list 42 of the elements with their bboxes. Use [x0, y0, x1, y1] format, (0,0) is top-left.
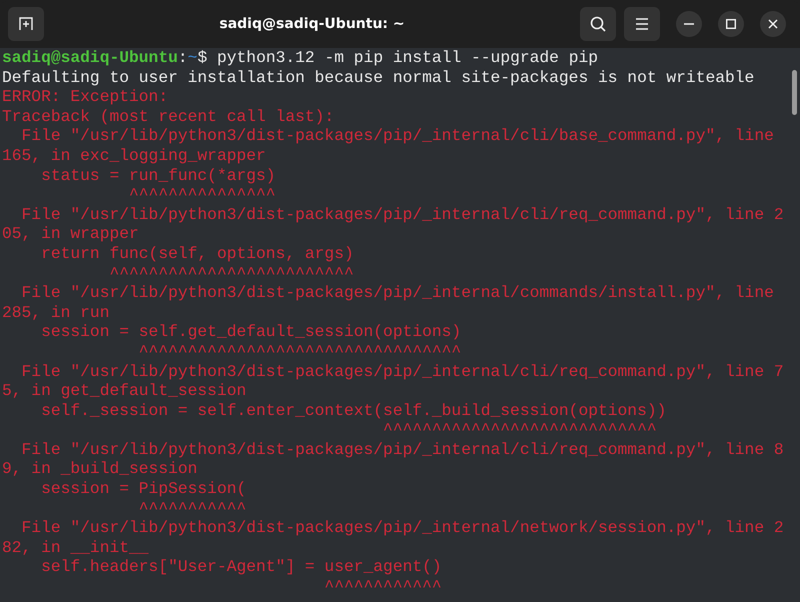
minimize-button[interactable]	[676, 11, 702, 37]
prompt-line: sadiq@sadiq-Ubuntu:~$ python3.12 -m pip install --upgrade pip	[2, 48, 598, 68]
search-icon	[589, 15, 607, 33]
window-title: sadiq@sadiq-Ubuntu: ~	[218, 16, 406, 32]
error-line: ^^^^^^^^^^^	[138, 498, 246, 518]
error-line: ^^^^^^^^^^^^	[323, 577, 442, 597]
error-line: Traceback (most recent call last):	[2, 106, 334, 126]
error-line: 82, in __init__	[2, 538, 149, 558]
error-line: 05, in wrapper	[2, 224, 139, 244]
error-line: ^^^^^^^^^^^^^^^^^^^^^^^^^^^^	[382, 420, 657, 440]
error-line: 5, in get_default_session	[2, 381, 246, 401]
maximize-icon	[726, 19, 736, 29]
error-line: 9, in _build_session	[2, 459, 198, 480]
minimize-icon	[684, 23, 694, 25]
error-line: self._session = self.enter_context(self._build_session(options))	[40, 400, 666, 420]
error-line: File "/usr/lib/python3/dist-packages/pip/_internal/cli/req_command.py", line 8	[20, 440, 784, 460]
new-tab-button[interactable]	[8, 7, 44, 41]
error-line: session = self.get_default_session(options)	[40, 322, 462, 342]
menu-button[interactable]	[624, 7, 660, 41]
error-line: 165, in exc_logging_wrapper	[2, 146, 266, 166]
error-line: File "/usr/lib/python3/dist-packages/pip/_internal/network/session.py", line 2	[20, 518, 784, 538]
error-line: ERROR: Exception:	[2, 87, 168, 107]
error-line: session = PipSession(	[40, 479, 246, 499]
error-line: ^^^^^^^^^^^^^^^	[128, 185, 276, 205]
new-tab-icon	[17, 15, 35, 33]
error-line: ^^^^^^^^^^^^^^^^^^^^^^^^^	[108, 264, 354, 284]
error-line: 285, in run	[2, 302, 110, 322]
error-line: File "/usr/lib/python3/dist-packages/pip/_internal/cli/req_command.py", line 2	[20, 204, 784, 224]
output-line: Defaulting to user installation because normal site-packages is not writeable	[2, 68, 754, 88]
error-line: return func(self, options, args)	[40, 244, 354, 264]
scrollbar-thumb[interactable]	[792, 70, 797, 115]
error-line: ^^^^^^^^^^^^^^^^^^^^^^^^^^^^^^^^^	[138, 342, 462, 362]
error-line: File "/usr/lib/python3/dist-packages/pip/_internal/commands/install.py", line	[20, 283, 774, 303]
error-line: File "/usr/lib/python3/dist-packages/pip/_internal/cli/base_command.py", line	[20, 126, 774, 146]
search-button[interactable]	[580, 7, 616, 41]
menu-icon	[635, 18, 649, 30]
error-line: status = run_func(*args)	[40, 166, 276, 186]
close-icon	[768, 19, 778, 29]
error-line: self.headers["User-Agent"] = user_agent()	[40, 557, 442, 578]
maximize-button[interactable]	[718, 11, 744, 37]
close-button[interactable]	[760, 11, 786, 37]
error-line: File "/usr/lib/python3/dist-packages/pip/_internal/cli/req_command.py", line 7	[20, 362, 784, 382]
